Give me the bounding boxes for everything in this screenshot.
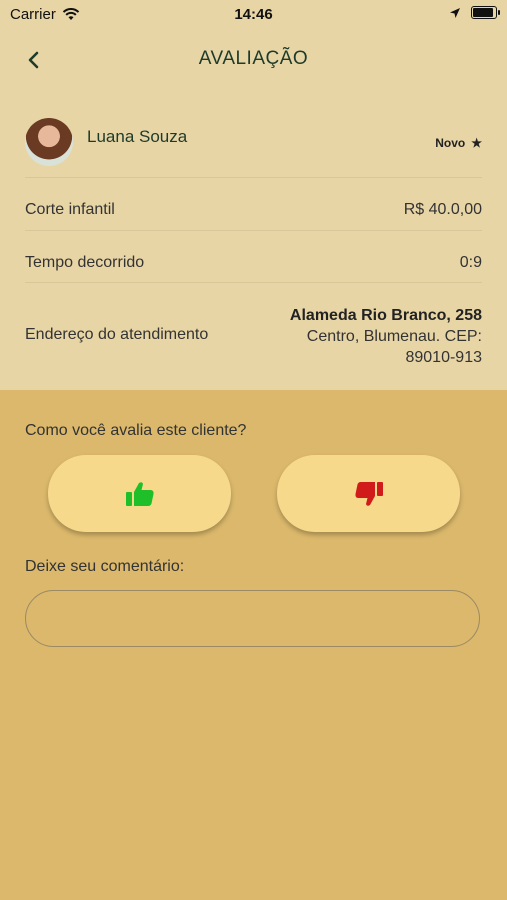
page-title: AVALIAÇÃO [198,48,309,69]
address-value: Alameda Rio Branco, 258 Centro, Blumenau… [290,305,482,368]
status-bar: Carrier 14:46 [0,0,507,30]
elapsed-label: Tempo decorrido [25,254,145,271]
address-label: Endereço do atendimento [25,326,209,343]
client-badge: Novo ★ [435,136,482,150]
location-arrow-icon [450,7,460,18]
client-name: Luana Souza [87,127,188,146]
address-street: Alameda Rio Branco, 258 [289,307,482,324]
comment-label: Deixe seu comentário: [25,558,185,575]
address-row: Endereço do atendimento Alameda Rio Bran… [25,282,482,373]
thumbs-up-button[interactable] [48,455,231,532]
avatar [25,118,73,166]
elapsed-value: 0:9 [459,254,482,271]
thumbs-down-icon [354,481,383,506]
rating-question: Como você avalia este cliente? [25,422,247,439]
elapsed-row: Tempo decorrido 0:9 [25,230,482,283]
service-label: Corte infantil [25,201,115,218]
status-time: 14:46 [234,6,273,23]
client-badge-label: Novo [435,136,466,150]
address-line-3: 89010-913 [405,349,482,366]
thumbs-up-icon [125,481,154,506]
service-price: R$ 40.0,00 [403,201,482,218]
comment-input[interactable] [25,590,480,647]
client-header: Luana Souza Novo ★ [25,118,482,168]
address-line-2: Centro, Blumenau. CEP: [306,328,482,345]
thumbs-down-button[interactable] [277,455,460,532]
star-icon: ★ [471,136,482,150]
nav-bar: AVALIAÇÃO [0,40,507,80]
service-row: Corte infantil R$ 40.0,00 [25,177,482,231]
battery-icon [471,6,500,19]
